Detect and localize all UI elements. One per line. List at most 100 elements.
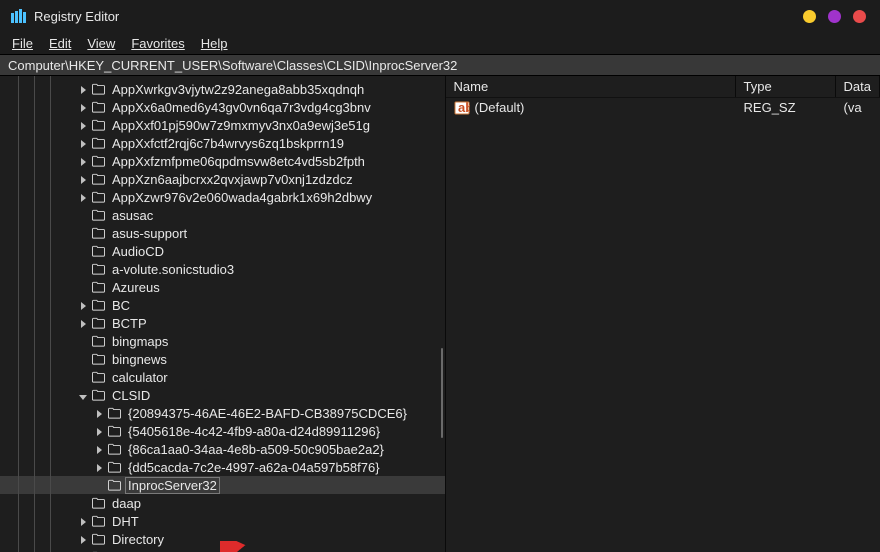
tree-label: bingnews [110, 352, 169, 367]
tree-row[interactable]: BCTP [0, 314, 445, 332]
tree-row[interactable]: CLSID [0, 386, 445, 404]
tree-label: asus-support [110, 226, 189, 241]
tree-label: a-volute.sonicstudio3 [110, 262, 236, 277]
tree-label: AppXzn6aajbcrxx2qvxjawp7v0xnj1zdzdcz [110, 172, 355, 187]
maximize-button[interactable] [828, 10, 841, 23]
tree-row[interactable]: AudioCD [0, 242, 445, 260]
menu-help[interactable]: Help [193, 34, 236, 53]
tree-row[interactable]: AppXwrkgv3vjytw2z92anega8abb35xqdnqh [0, 80, 445, 98]
col-data-header[interactable]: Data [836, 76, 880, 97]
tree-row[interactable]: daap [0, 494, 445, 512]
folder-icon [90, 352, 106, 366]
folder-icon [90, 532, 106, 546]
expand-icon[interactable] [92, 460, 106, 475]
menu-view[interactable]: View [79, 34, 123, 53]
tree-row[interactable]: Azureus [0, 278, 445, 296]
tree-row[interactable]: a-volute.sonicstudio3 [0, 260, 445, 278]
tree-row[interactable]: {20894375-46AE-46E2-BAFD-CB38975CDCE6} [0, 404, 445, 422]
tree-row[interactable]: AppXxfzmfpme06qpdmsvw8etc4vd5sb2fpth [0, 152, 445, 170]
column-headers: Name Type Data [446, 76, 880, 98]
folder-icon [90, 262, 106, 276]
folder-icon [90, 190, 106, 204]
expand-icon[interactable] [76, 118, 90, 133]
expand-icon[interactable] [76, 100, 90, 115]
tree-label: {20894375-46AE-46E2-BAFD-CB38975CDCE6} [126, 406, 409, 421]
collapse-icon[interactable] [76, 388, 90, 403]
menu-edit[interactable]: Edit [41, 34, 79, 53]
tree-label: {86ca1aa0-34aa-4e8b-a509-50c905bae2a2} [126, 442, 386, 457]
titlebar: Registry Editor [0, 0, 880, 32]
tree-row[interactable]: AppXzn6aajbcrxx2qvxjawp7v0xnj1zdzdcz [0, 170, 445, 188]
tree-row[interactable]: AppXzwr976v2e060wada4gabrk1x69h2dbwy [0, 188, 445, 206]
menubar: File Edit View Favorites Help [0, 32, 880, 54]
tree-label: daap [110, 496, 143, 511]
tree-row[interactable]: asusac [0, 206, 445, 224]
folder-icon [90, 388, 106, 402]
values-pane[interactable]: Name Type Data ab (Default) REG_SZ (va [446, 76, 880, 552]
tree-row[interactable]: discord-712465656758665259 [0, 548, 445, 552]
tree-label: InprocServer32 [126, 478, 219, 493]
tree-label: AppXwrkgv3vjytw2z92anega8abb35xqdnqh [110, 82, 366, 97]
tree-label: CLSID [110, 388, 152, 403]
window-controls [803, 10, 866, 23]
expand-icon[interactable] [92, 406, 106, 421]
minimize-button[interactable] [803, 10, 816, 23]
tree-label: {dd5cacda-7c2e-4997-a62a-04a597b58f76} [126, 460, 382, 475]
addressbar-path: Computer\HKEY_CURRENT_USER\Software\Clas… [8, 58, 457, 73]
col-name-header[interactable]: Name [446, 76, 736, 97]
folder-icon [90, 244, 106, 258]
folder-icon [106, 406, 122, 420]
folder-icon [90, 316, 106, 330]
scrollbar[interactable] [441, 348, 443, 438]
folder-icon [90, 136, 106, 150]
expand-icon[interactable] [76, 532, 90, 547]
expand-icon[interactable] [76, 514, 90, 529]
col-type-header[interactable]: Type [736, 76, 836, 97]
expand-icon[interactable] [76, 82, 90, 97]
expand-icon[interactable] [76, 136, 90, 151]
menu-file[interactable]: File [4, 34, 41, 53]
folder-icon [90, 280, 106, 294]
tree-row[interactable]: AppXxf01pj590w7z9mxmyv3nx0a9ewj3e51g [0, 116, 445, 134]
tree-label: bingmaps [110, 334, 170, 349]
tree-row[interactable]: calculator [0, 368, 445, 386]
values-list[interactable]: ab (Default) REG_SZ (va [446, 98, 880, 552]
tree-pane[interactable]: AppXwrkgv3vjytw2z92anega8abb35xqdnqhAppX… [0, 76, 446, 552]
tree-row[interactable]: {dd5cacda-7c2e-4997-a62a-04a597b58f76} [0, 458, 445, 476]
expand-icon[interactable] [92, 442, 106, 457]
expand-icon[interactable] [76, 316, 90, 331]
tree-row[interactable]: {86ca1aa0-34aa-4e8b-a509-50c905bae2a2} [0, 440, 445, 458]
menu-favorites[interactable]: Favorites [123, 34, 192, 53]
expand-icon[interactable] [92, 424, 106, 439]
value-data: (va [836, 98, 880, 117]
expand-icon[interactable] [76, 172, 90, 187]
tree-row[interactable]: {5405618e-4c42-4fb9-a80a-d24d89911296} [0, 422, 445, 440]
expand-icon[interactable] [76, 154, 90, 169]
value-row[interactable]: ab (Default) REG_SZ (va [446, 98, 880, 117]
tree-row[interactable]: BC [0, 296, 445, 314]
expand-icon[interactable] [76, 298, 90, 313]
tree-row[interactable]: AppXx6a0med6y43gv0vn6qa7r3vdg4cg3bnv [0, 98, 445, 116]
tree-row[interactable]: AppXxfctf2rqj6c7b4wrvys6zq1bskprrn19 [0, 134, 445, 152]
close-button[interactable] [853, 10, 866, 23]
folder-icon [90, 370, 106, 384]
folder-icon [106, 478, 122, 492]
tree-row[interactable]: asus-support [0, 224, 445, 242]
folder-icon [106, 442, 122, 456]
tree-row[interactable]: bingmaps [0, 332, 445, 350]
expand-icon[interactable] [76, 190, 90, 205]
tree-row[interactable]: bingnews [0, 350, 445, 368]
tree-label: AppXzwr976v2e060wada4gabrk1x69h2dbwy [110, 190, 374, 205]
tree-row[interactable]: InprocServer32 [0, 476, 445, 494]
tree-row[interactable]: DHT [0, 512, 445, 530]
value-type: REG_SZ [736, 98, 836, 117]
tree-label: Directory [110, 532, 166, 547]
value-name: (Default) [475, 100, 525, 115]
addressbar[interactable]: Computer\HKEY_CURRENT_USER\Software\Clas… [0, 54, 880, 76]
tree-label: DHT [110, 514, 141, 529]
tree-label: calculator [110, 370, 170, 385]
tree-label: BC [110, 298, 132, 313]
folder-icon [90, 298, 106, 312]
tree-row[interactable]: Directory [0, 530, 445, 548]
tree-label: BCTP [110, 316, 149, 331]
